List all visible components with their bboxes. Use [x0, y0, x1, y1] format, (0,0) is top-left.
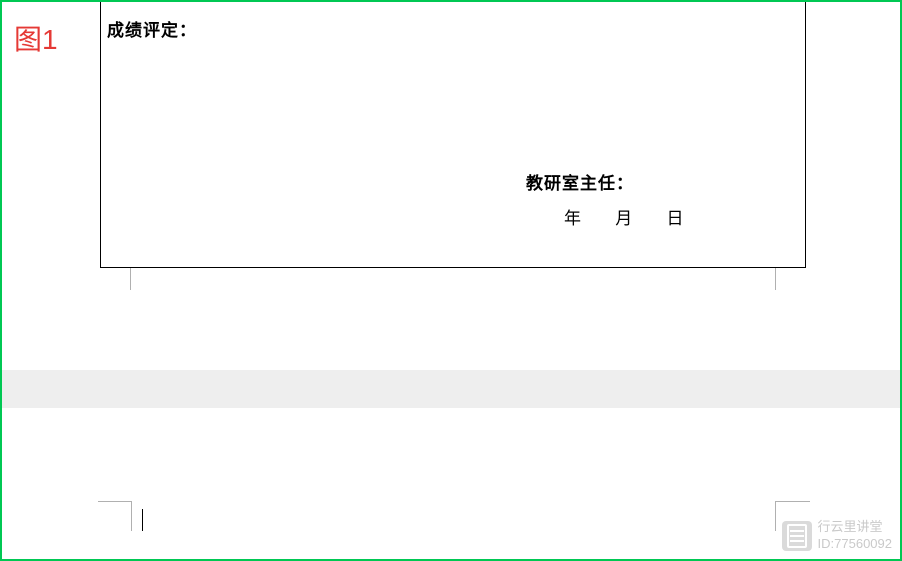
text-cursor: [142, 509, 143, 531]
page-margin-marker: [775, 268, 776, 290]
form-box: 成绩评定： 教研室主任： 年 月 日: [100, 2, 806, 268]
page-margin-marker: [130, 268, 131, 290]
date-year: 年: [564, 204, 582, 229]
date-day: 日: [667, 204, 685, 229]
watermark-icon: [782, 521, 812, 551]
grade-assessment-label: 成绩评定：: [107, 16, 197, 41]
page-margin-marker: [98, 501, 132, 502]
page-margin-marker: [775, 501, 776, 531]
page-gap: [2, 370, 900, 408]
page-margin-marker: [776, 501, 810, 502]
watermark-text: 行云里讲堂 ID:77560092: [818, 519, 892, 553]
date-month: 月: [615, 204, 633, 229]
watermark-id: ID:77560092: [818, 536, 892, 553]
page-2: [2, 408, 900, 559]
figure-label: 图1: [14, 18, 58, 58]
page-margin-marker: [131, 501, 132, 531]
watermark-brand: 行云里讲堂: [818, 519, 892, 536]
dept-head-label: 教研室主任：: [526, 169, 634, 194]
watermark: 行云里讲堂 ID:77560092: [782, 519, 892, 553]
date-line: 年 月 日: [564, 204, 685, 229]
